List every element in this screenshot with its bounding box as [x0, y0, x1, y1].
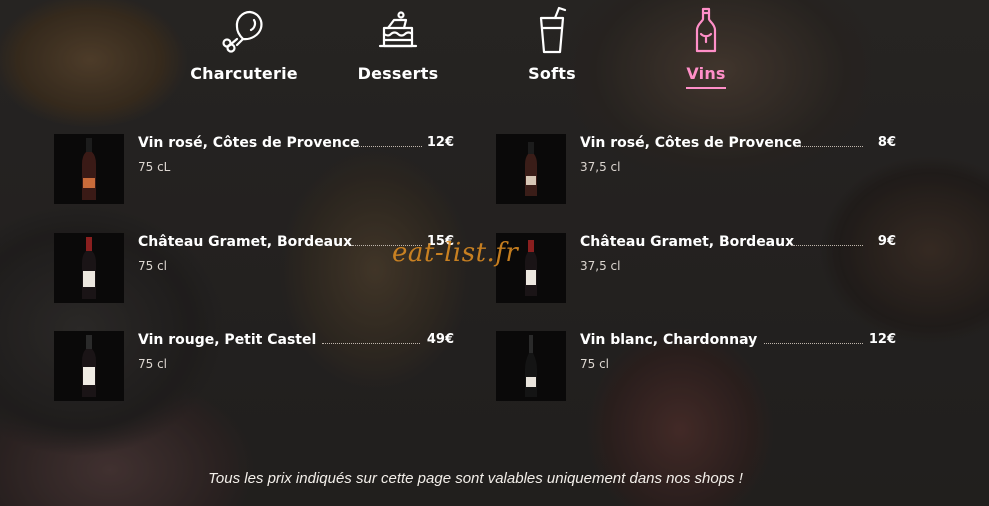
price-leader: [764, 343, 863, 344]
product-name: Château Gramet, Bordeaux: [138, 234, 353, 250]
red-wine-bottle-icon: [82, 335, 96, 397]
white-wine-bottle-icon: [525, 335, 537, 397]
category-vins[interactable]: Vins: [636, 6, 776, 89]
product-image: [496, 134, 566, 204]
rose-wine-bottle-icon: [82, 138, 96, 200]
product-size: 75 cL: [138, 160, 171, 174]
category-softs[interactable]: Softs: [482, 6, 622, 87]
product-image: [54, 233, 124, 303]
category-charcuterie[interactable]: Charcuterie: [174, 6, 314, 87]
product-name: Château Gramet, Bordeaux: [580, 234, 795, 250]
product-size: 37,5 cl: [580, 259, 621, 273]
product-item[interactable]: Vin blanc, Chardonnay 12€ 75 cl: [496, 331, 896, 401]
product-name: Vin blanc, Chardonnay: [580, 332, 758, 348]
wine-bottle-icon: [695, 7, 717, 53]
category-label: Softs: [528, 64, 576, 83]
product-name: Vin rosé, Côtes de Provence: [138, 135, 360, 151]
category-label: Vins: [686, 64, 726, 89]
red-wine-half-bottle-icon: [525, 240, 537, 296]
red-wine-bottle-icon: [82, 237, 96, 299]
price-leader: [359, 146, 422, 147]
price-disclaimer: Tous les prix indiqués sur cette page so…: [208, 470, 743, 487]
product-name: Vin rosé, Côtes de Provence: [580, 135, 802, 151]
product-image: [54, 134, 124, 204]
category-nav: Charcuterie Desserts Softs Vins: [0, 0, 989, 95]
product-price: 12€: [426, 135, 454, 150]
rose-wine-half-bottle-icon: [525, 142, 537, 196]
product-name: Vin rouge, Petit Castel: [138, 332, 317, 348]
product-price: 12€: [868, 332, 896, 347]
category-label: Charcuterie: [190, 64, 298, 83]
product-size: 75 cl: [580, 357, 610, 371]
category-label: Desserts: [357, 64, 439, 83]
product-item[interactable]: Vin rosé, Côtes de Provence 8€ 37,5 cl: [496, 134, 896, 204]
drink-cup-icon: [539, 6, 567, 54]
watermark: eat-list.fr: [392, 238, 519, 268]
ham-leg-icon: [222, 10, 263, 53]
product-price: 49€: [426, 332, 454, 347]
cake-icon: [378, 11, 418, 48]
product-price: 9€: [877, 234, 896, 249]
price-leader: [791, 245, 863, 246]
price-leader: [796, 146, 863, 147]
product-item[interactable]: Château Gramet, Bordeaux 9€ 37,5 cl: [496, 233, 896, 303]
product-image: [496, 331, 566, 401]
product-item[interactable]: Vin rosé, Côtes de Provence 12€ 75 cL: [54, 134, 454, 204]
price-leader: [322, 343, 420, 344]
product-size: 75 cl: [138, 357, 168, 371]
category-desserts[interactable]: Desserts: [328, 6, 468, 87]
product-size: 75 cl: [138, 259, 168, 273]
product-image: [54, 331, 124, 401]
product-item[interactable]: Vin rouge, Petit Castel 49€ 75 cl: [54, 331, 454, 401]
product-size: 37,5 cl: [580, 160, 621, 174]
product-price: 8€: [877, 135, 896, 150]
